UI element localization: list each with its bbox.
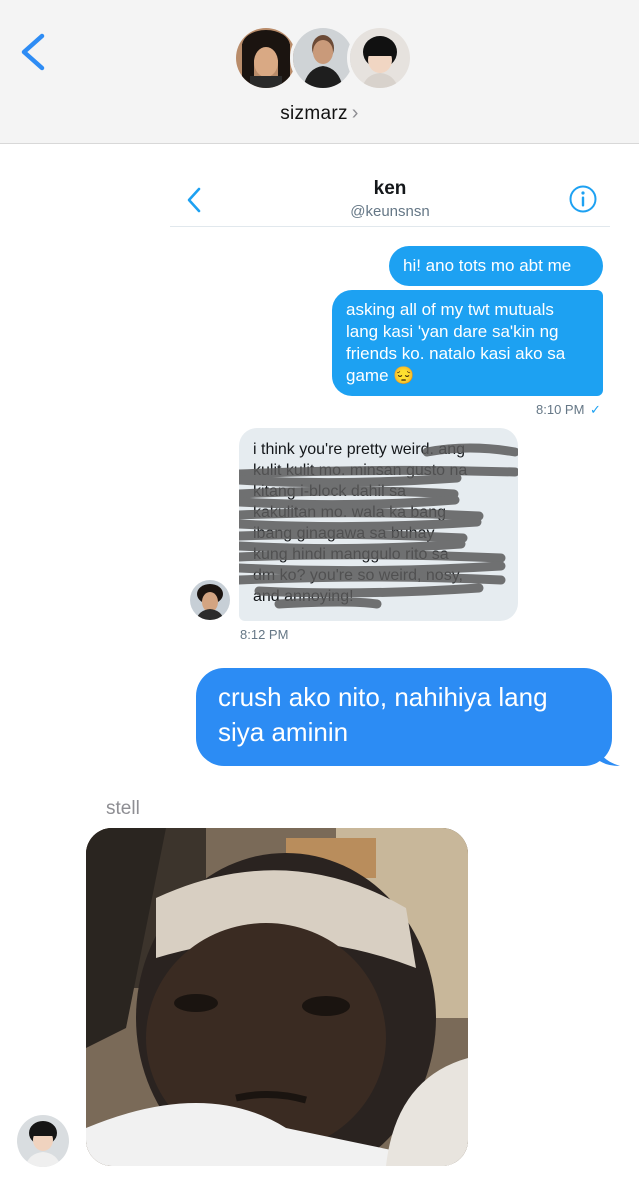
- group-avatars[interactable]: [233, 25, 413, 95]
- conversation-header: sizmarz ›: [0, 0, 639, 144]
- embedded-message-outgoing: hi! ano tots mo abt me: [389, 246, 603, 286]
- group-name[interactable]: sizmarz ›: [0, 102, 639, 125]
- sender-name: stell: [106, 798, 140, 819]
- embedded-message-outgoing: asking all of my twt mutuals lang kasi '…: [332, 290, 603, 396]
- message-timestamp: 8:10 PM ✓: [536, 402, 601, 418]
- message-line: lang kasi 'yan dare sa'kin ng: [346, 322, 559, 341]
- message-line: kitang i-block dahil sa: [253, 483, 406, 500]
- embedded-contact-handle: @keunsnsn: [350, 203, 430, 220]
- message-line: i think you're pretty weird. ang: [253, 441, 466, 458]
- photo-message[interactable]: [86, 828, 468, 1166]
- message-outgoing[interactable]: crush ako nito, nahihiya lang siya amini…: [196, 668, 620, 766]
- message-line: game 😔: [346, 366, 415, 385]
- group-name-label: sizmarz: [280, 103, 348, 124]
- message-line: kung hindi manggulo rito sa: [253, 546, 449, 563]
- message-line: kakulitan mo. wala ka bang: [253, 504, 446, 521]
- message-text: hi! ano tots mo abt me: [403, 256, 572, 275]
- embedded-dm-header: ken @keunsnsn: [170, 170, 610, 227]
- chevron-left-icon: [21, 33, 45, 71]
- info-icon: [569, 185, 597, 213]
- message-line: crush ako nito, nahihiya lang: [218, 682, 548, 712]
- timestamp-text: 8:10 PM: [536, 402, 585, 417]
- read-check-icon: ✓: [590, 402, 601, 417]
- message-line: ibang ginagawa sa buhay: [253, 525, 435, 542]
- avatar: [347, 25, 413, 91]
- chevron-right-icon: ›: [351, 102, 359, 124]
- message-line: and annoying!: [253, 588, 354, 605]
- avatar: [190, 580, 230, 620]
- avatar[interactable]: [17, 1115, 69, 1167]
- embedded-info-button: [568, 184, 598, 214]
- message-line: dm ko? you're so weird, nosy,: [253, 567, 463, 584]
- back-button[interactable]: [14, 30, 54, 74]
- embedded-message-incoming: i think you're pretty weird. ang kulit k…: [239, 428, 518, 621]
- embedded-contact-name: ken: [373, 178, 407, 199]
- message-line: siya aminin: [218, 717, 349, 747]
- bubble-tail: [596, 744, 620, 766]
- message-line: friends ko. natalo kasi ako sa: [346, 344, 566, 363]
- message-line: kulit kulit mo. minsan gusto na: [253, 462, 468, 479]
- message-line: asking all of my twt mutuals: [346, 300, 554, 319]
- message-timestamp: 8:12 PM: [240, 627, 289, 642]
